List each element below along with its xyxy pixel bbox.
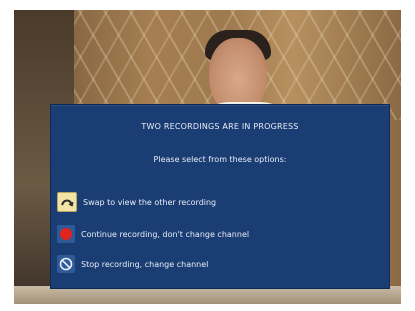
dialog-title: TWO RECORDINGS ARE IN PROGRESS bbox=[141, 122, 299, 131]
option-swap-recording[interactable]: Swap to view the other recording bbox=[57, 192, 377, 212]
option-continue-label: Continue recording, don't change channel bbox=[81, 229, 250, 239]
option-stop-label: Stop recording, change channel bbox=[81, 259, 209, 269]
option-swap-label: Swap to view the other recording bbox=[83, 197, 217, 207]
dialog-subtitle: Please select from these options: bbox=[153, 155, 287, 164]
stop-icon bbox=[57, 255, 75, 273]
swap-icon bbox=[57, 192, 77, 212]
recording-conflict-dialog: TWO RECORDINGS ARE IN PROGRESS Please se… bbox=[50, 104, 390, 289]
record-icon bbox=[57, 225, 75, 243]
option-stop-recording[interactable]: Stop recording, change channel bbox=[57, 255, 377, 273]
option-continue-recording[interactable]: Continue recording, don't change channel bbox=[57, 225, 377, 243]
